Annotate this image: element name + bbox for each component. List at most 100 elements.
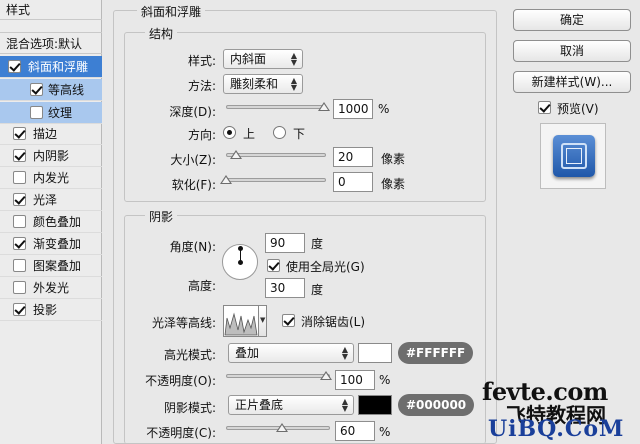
highlight-opacity-track[interactable] (226, 374, 330, 378)
cancel-button[interactable]: 取消 (513, 40, 631, 62)
angle-input[interactable]: 90 (265, 233, 305, 253)
shadow-mode-select[interactable]: 正片叠底 ▲ ▼ (228, 395, 354, 415)
gloss-contour-dropdown[interactable]: ▼ (259, 305, 267, 337)
direction-up-label: 上 (243, 127, 256, 141)
direction-down-radio[interactable] (273, 126, 286, 139)
angle-marker-dot (238, 246, 243, 251)
highlight-color-hex: #FFFFFF (398, 342, 474, 364)
style-item-contour[interactable]: 等高线 (0, 79, 102, 101)
altitude-input[interactable]: 30 (265, 278, 305, 298)
size-slider-thumb[interactable] (230, 150, 242, 159)
updown-arrows-icon: ▲ ▼ (290, 51, 297, 67)
technique-select[interactable]: 雕刻柔和 ▲ ▼ (223, 74, 303, 94)
style-label: 样式: (187, 54, 216, 68)
shading-title: 阴影 (145, 208, 178, 225)
angle-center-dot (238, 260, 243, 265)
preview-label: 预览(V) (557, 102, 599, 116)
preview-checkbox[interactable] (538, 101, 551, 114)
soften-input[interactable]: 0 (333, 172, 373, 192)
depth-slider-track[interactable] (226, 105, 326, 109)
updown-arrows-icon: ▲ ▼ (341, 397, 348, 413)
style-item-outer-glow[interactable]: 外发光 (0, 277, 102, 299)
new-style-button[interactable]: 新建样式(W)... (513, 71, 631, 93)
depth-label: 深度(D): (169, 105, 216, 119)
pattern-overlay-checkbox[interactable] (13, 259, 26, 272)
shadow-mode-label: 阴影模式: (163, 401, 216, 415)
direction-up-radio[interactable] (223, 126, 236, 139)
gloss-contour-label: 光泽等高线: (151, 316, 216, 330)
shadow-opacity-unit: % (379, 425, 391, 439)
bevel-style-select[interactable]: 内斜面 ▲ ▼ (223, 49, 303, 69)
style-item-gradient-overlay[interactable]: 渐变叠加 (0, 233, 102, 255)
depth-unit: % (378, 102, 390, 116)
bevel-emboss-checkbox[interactable] (8, 60, 21, 73)
ok-button[interactable]: 确定 (513, 9, 631, 31)
style-item-satin[interactable]: 光泽 (0, 189, 102, 211)
angle-label: 角度(N): (169, 240, 216, 254)
angle-dial[interactable] (222, 244, 258, 280)
global-light-checkbox[interactable] (267, 259, 280, 272)
style-item-stroke[interactable]: 描边 (0, 123, 102, 145)
size-label: 大小(Z): (170, 153, 216, 167)
highlight-opacity-thumb[interactable] (320, 371, 332, 380)
inner-shadow-checkbox[interactable] (13, 149, 26, 162)
style-item-label: 内发光 (33, 171, 70, 185)
soften-slider-thumb[interactable] (220, 175, 232, 184)
gloss-contour-preview[interactable] (223, 305, 259, 337)
contour-checkbox[interactable] (30, 83, 43, 96)
highlight-mode-value: 叠加 (235, 346, 260, 360)
style-item-bevel-emboss[interactable]: 斜面和浮雕 (0, 56, 102, 78)
drop-shadow-checkbox[interactable] (13, 303, 26, 316)
style-item-inner-shadow[interactable]: 内阴影 (0, 145, 102, 167)
texture-checkbox[interactable] (30, 106, 43, 119)
style-item-texture[interactable]: 纹理 (0, 102, 102, 124)
color-overlay-checkbox[interactable] (13, 215, 26, 228)
style-item-color-overlay[interactable]: 颜色叠加 (0, 211, 102, 233)
antialias-label: 消除锯齿(L) (301, 315, 366, 329)
structure-title: 结构 (145, 25, 178, 42)
style-item-label: 光泽 (33, 193, 58, 207)
highlight-color-swatch[interactable] (358, 343, 392, 363)
depth-slider-thumb[interactable] (318, 102, 330, 111)
blending-options-item[interactable]: 混合选项:默认 (0, 32, 102, 54)
style-item-label: 渐变叠加 (33, 237, 82, 251)
style-item-label: 外发光 (33, 281, 70, 295)
style-item-label: 内阴影 (33, 149, 70, 163)
highlight-opacity-input[interactable]: 100 (335, 370, 375, 390)
soften-slider-track[interactable] (226, 178, 326, 182)
shadow-color-swatch[interactable] (358, 395, 392, 415)
styles-header: 样式 (0, 0, 102, 20)
highlight-mode-select[interactable]: 叠加 ▲ ▼ (228, 343, 354, 363)
style-item-label: 投影 (33, 303, 58, 317)
gradient-overlay-checkbox[interactable] (13, 237, 26, 250)
depth-input[interactable]: 1000 (333, 99, 373, 119)
contour-curve-icon (224, 312, 258, 336)
inner-glow-checkbox[interactable] (13, 171, 26, 184)
soften-label: 软化(F): (171, 178, 216, 192)
style-item-label: 斜面和浮雕 (28, 60, 89, 74)
style-item-label: 颜色叠加 (33, 215, 82, 229)
style-preview (540, 123, 606, 189)
soften-unit: 像素 (381, 177, 406, 191)
stroke-checkbox[interactable] (13, 127, 26, 140)
style-item-inner-glow[interactable]: 内发光 (0, 167, 102, 189)
shadow-opacity-input[interactable]: 60 (335, 421, 375, 441)
bevel-emboss-title: 斜面和浮雕 (137, 3, 206, 20)
style-item-label: 纹理 (48, 106, 73, 120)
chevron-down-icon: ▼ (260, 316, 266, 324)
style-item-pattern-overlay[interactable]: 图案叠加 (0, 255, 102, 277)
updown-arrows-icon: ▲ ▼ (290, 76, 297, 92)
style-item-drop-shadow[interactable]: 投影 (0, 299, 102, 321)
size-input[interactable]: 20 (333, 147, 373, 167)
shadow-color-hex: #000000 (398, 394, 475, 416)
shadow-opacity-thumb[interactable] (276, 423, 288, 432)
shadow-opacity-label: 不透明度(C): (146, 426, 216, 440)
antialias-checkbox[interactable] (282, 314, 295, 327)
preview-swatch (553, 135, 595, 177)
altitude-unit: 度 (311, 283, 324, 297)
shadow-mode-value: 正片叠底 (235, 398, 284, 412)
satin-checkbox[interactable] (13, 193, 26, 206)
angle-unit: 度 (311, 237, 324, 251)
outer-glow-checkbox[interactable] (13, 281, 26, 294)
highlight-opacity-label: 不透明度(O): (145, 374, 216, 388)
